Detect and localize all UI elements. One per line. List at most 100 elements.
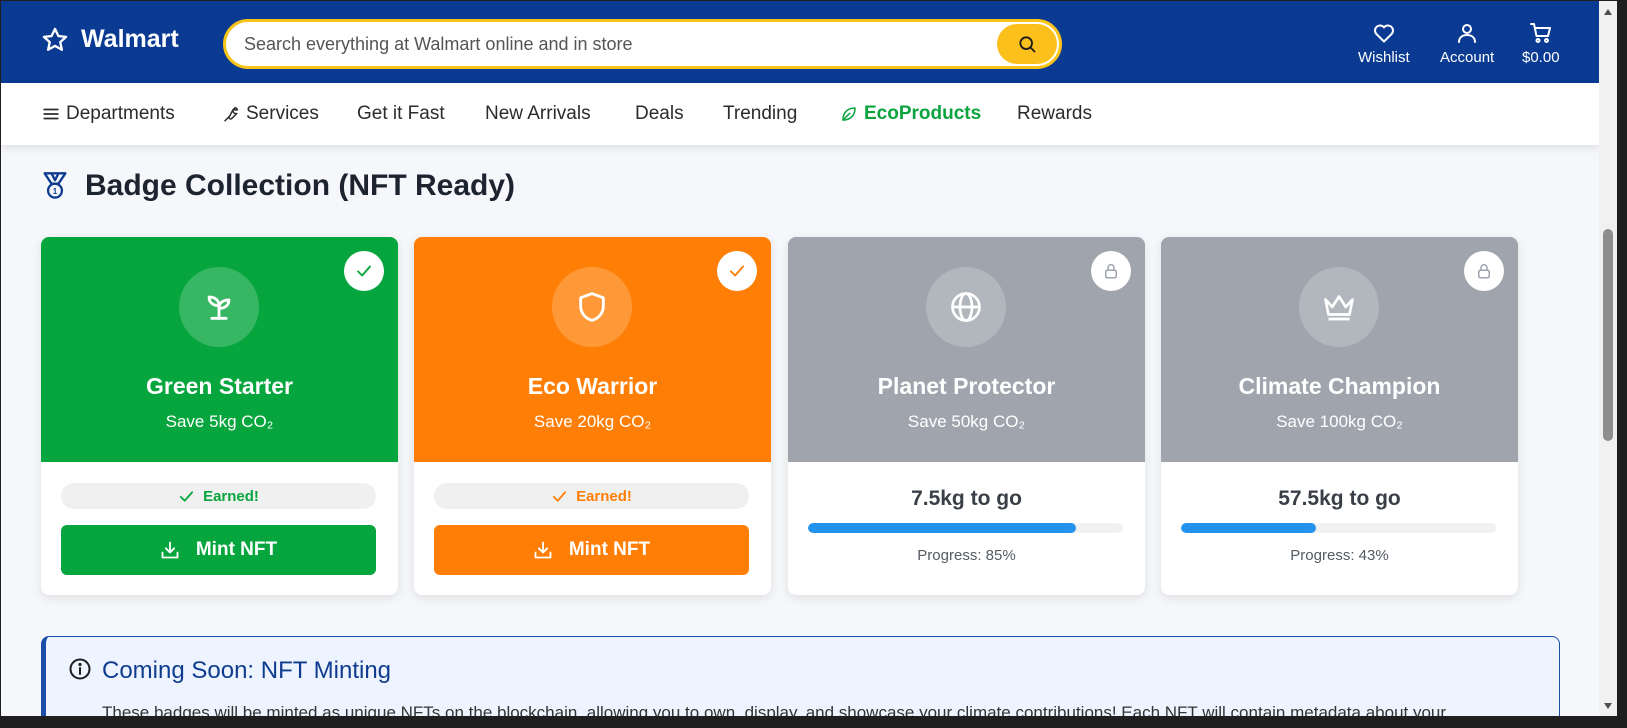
earned-check-badge [344, 251, 384, 291]
progress-label: Progress: 85% [917, 547, 1016, 564]
progress-fill [808, 523, 1076, 533]
nav-deals[interactable]: Deals [635, 103, 684, 125]
info-text: These badges will be minted as unique NF… [102, 703, 1447, 716]
crown-icon [1324, 295, 1354, 321]
cart-button[interactable]: $0.00 [1522, 21, 1560, 66]
nav-label: EcoProducts [864, 103, 982, 124]
nft-info-box: Coming Soon: NFT Minting These badges wi… [41, 636, 1560, 716]
mint-nft-button[interactable]: Mint NFT [61, 525, 376, 575]
scroll-up-arrow-icon[interactable] [1603, 7, 1613, 17]
search-bar [223, 19, 1062, 69]
badge-header: Planet Protector Save 50kg CO₂ [788, 237, 1145, 462]
nav-label: New Arrivals [485, 103, 591, 124]
nav-label: Trending [723, 103, 798, 124]
nav-trending[interactable]: Trending [723, 103, 797, 125]
nav-ecoproducts[interactable]: EcoProducts [840, 103, 981, 125]
heart-icon [1373, 24, 1394, 43]
earned-label: Earned! [576, 487, 632, 505]
nav-new-arrivals[interactable]: New Arrivals [485, 103, 591, 125]
shield-icon [579, 292, 605, 322]
badge-title: Climate Champion [1238, 373, 1441, 399]
badge-icon-wrap [926, 267, 1006, 347]
check-icon [180, 490, 194, 502]
check-icon [553, 490, 567, 502]
search-button[interactable] [997, 24, 1057, 64]
nav-label: Get it Fast [357, 103, 445, 124]
globe-icon [951, 292, 981, 322]
badge-header: Eco Warrior Save 20kg CO₂ [414, 237, 771, 462]
download-icon [161, 541, 179, 559]
wishlist-button[interactable]: Wishlist [1358, 21, 1410, 66]
mint-label: Mint NFT [568, 539, 651, 560]
nav-label: Departments [66, 103, 175, 124]
download-icon [534, 541, 552, 559]
locked-badge [1464, 251, 1504, 291]
nav-departments[interactable]: Departments [42, 103, 175, 125]
account-button[interactable]: Account [1440, 21, 1494, 66]
wishlist-label: Wishlist [1358, 49, 1410, 66]
badge-header: Climate Champion Save 100kg CO₂ [1161, 237, 1518, 462]
badge-goal: Save 20kg CO₂ [533, 412, 652, 431]
nav-label: Deals [635, 103, 684, 124]
earned-label: Earned! [203, 487, 259, 505]
sprout-icon [207, 295, 231, 320]
search-input[interactable] [244, 22, 984, 66]
account-label: Account [1440, 49, 1495, 66]
walmart-logo[interactable]: Walmart [41, 25, 179, 54]
vertical-scrollbar[interactable] [1599, 1, 1617, 716]
nav-get-it-fast[interactable]: Get it Fast [357, 103, 445, 125]
locked-badge [1091, 251, 1131, 291]
remaining-amount: 57.5kg to go [1278, 487, 1401, 510]
badge-card-climate-champion: Climate Champion Save 100kg CO₂ 57.5kg t… [1161, 237, 1518, 595]
badge-icon-wrap [552, 267, 632, 347]
badge-title: Eco Warrior [527, 373, 658, 399]
user-icon [1458, 24, 1477, 43]
badge-title: Green Starter [145, 373, 293, 399]
progress-fill [1181, 523, 1317, 533]
medal-icon: 1 [43, 172, 67, 199]
badge-goal: Save 50kg CO₂ [907, 412, 1026, 431]
nav-label: Services [246, 103, 319, 124]
info-icon [69, 658, 91, 680]
nav-services[interactable]: Services [222, 103, 319, 125]
earned-status: Earned! [61, 483, 376, 509]
badge-card-eco-warrior: Eco Warrior Save 20kg CO₂ Earned! Mint N… [414, 237, 771, 595]
badge-card-green-starter: Green Starter Save 5kg CO₂ Earned! Mint … [41, 237, 398, 595]
cart-total: $0.00 [1522, 49, 1560, 66]
badge-goal: Save 100kg CO₂ [1276, 412, 1403, 431]
info-title: Coming Soon: NFT Minting [102, 657, 392, 684]
badge-goal: Save 5kg CO₂ [165, 412, 274, 431]
wrench-icon [224, 106, 239, 122]
section-header: 1 Badge Collection (NFT Ready) [41, 169, 515, 203]
menu-icon [43, 108, 59, 120]
site-header: Walmart Wishlist Account $0.00 [1, 1, 1599, 83]
remaining-amount: 7.5kg to go [911, 487, 1022, 510]
lock-icon [1105, 263, 1117, 279]
mint-nft-button[interactable]: Mint NFT [434, 525, 749, 575]
nav-rewards[interactable]: Rewards [1017, 103, 1092, 125]
lock-icon [1478, 263, 1490, 279]
cart-icon [1529, 23, 1551, 43]
badge-header: Green Starter Save 5kg CO₂ [41, 237, 398, 462]
scroll-thumb[interactable] [1603, 229, 1613, 441]
brand-name: Walmart [81, 25, 179, 53]
check-icon [357, 265, 371, 277]
star-icon [42, 27, 68, 51]
progress-label: Progress: 43% [1290, 547, 1389, 564]
search-icon [1019, 36, 1036, 53]
badge-icon-wrap [1299, 267, 1379, 347]
badge-icon-wrap [179, 267, 259, 347]
earned-status: Earned! [434, 483, 749, 509]
svg-text:1: 1 [53, 187, 58, 196]
progress-bar [808, 523, 1123, 533]
check-icon [730, 265, 744, 277]
browser-viewport: Walmart Wishlist Account $0.00 Departmen… [1, 1, 1599, 716]
leaf-icon [842, 107, 856, 121]
mint-label: Mint NFT [195, 539, 278, 560]
nav-label: Rewards [1017, 103, 1092, 124]
scroll-down-arrow-icon[interactable] [1603, 701, 1613, 711]
earned-check-badge [717, 251, 757, 291]
badge-card-planet-protector: Planet Protector Save 50kg CO₂ 7.5kg to … [788, 237, 1145, 595]
category-nav: Departments Services Get it Fast New Arr… [1, 83, 1599, 145]
badge-title: Planet Protector [877, 373, 1056, 399]
